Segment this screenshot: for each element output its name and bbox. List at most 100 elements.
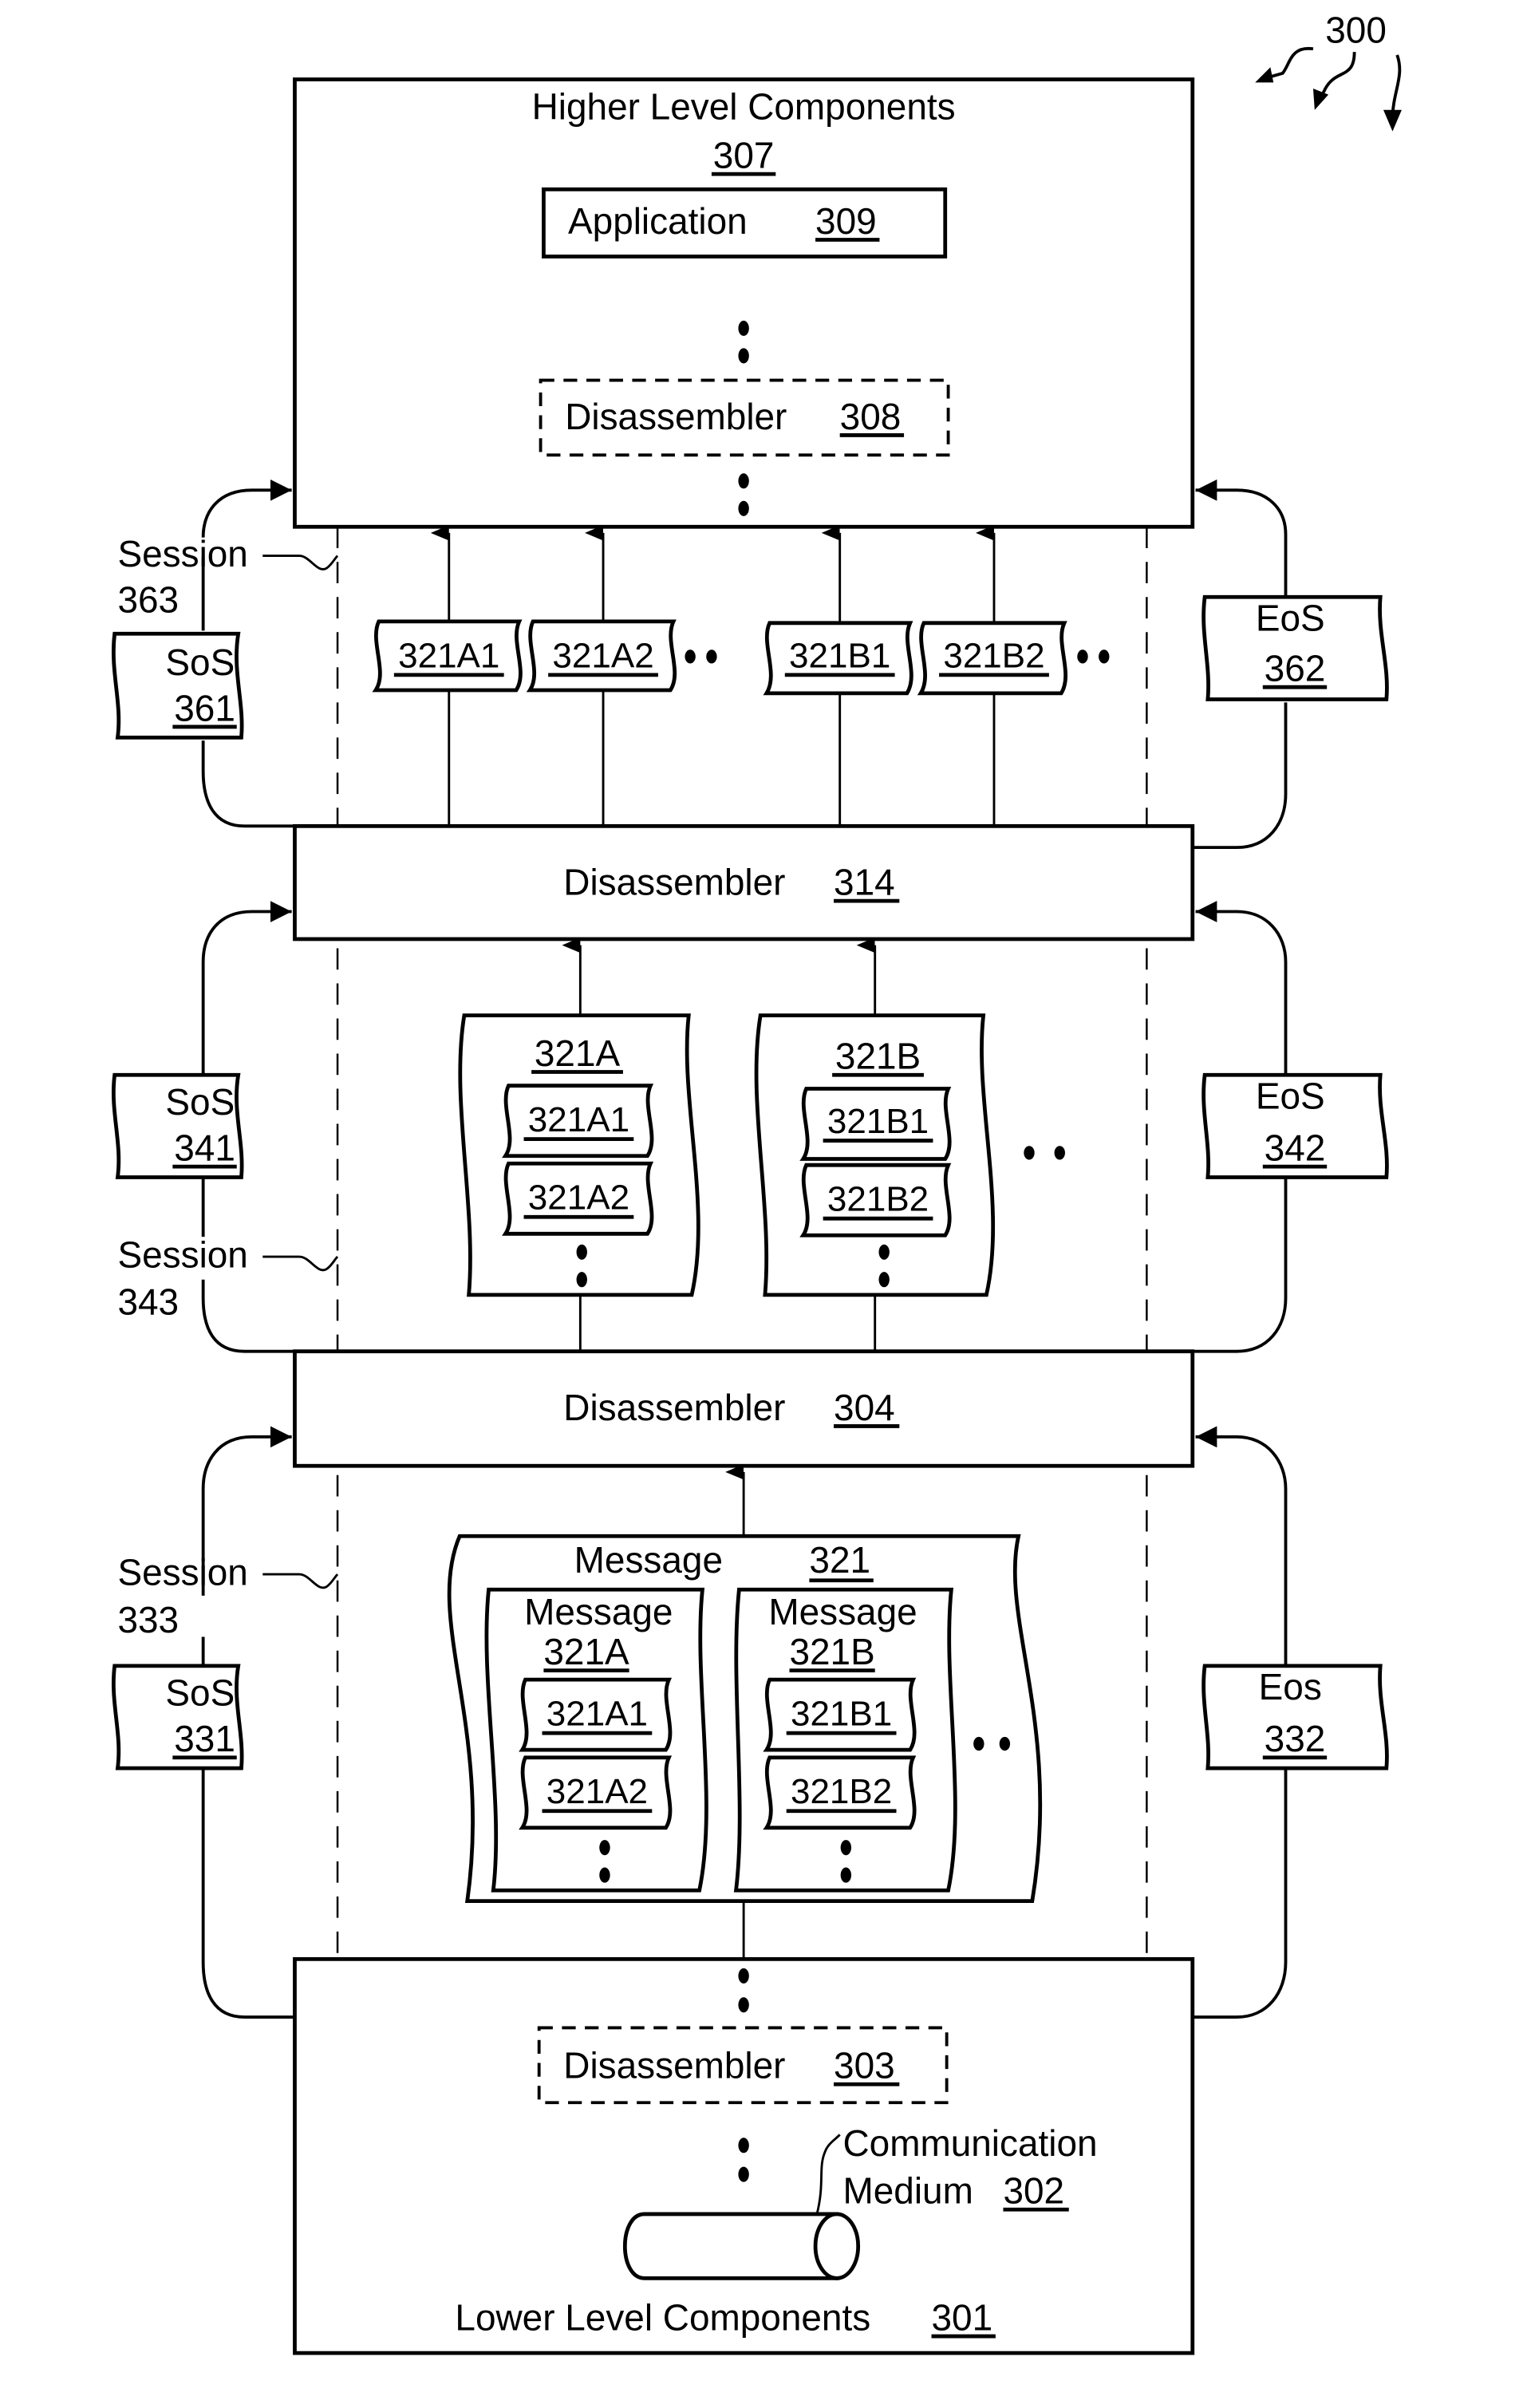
svg-text:Message: Message (768, 1591, 917, 1632)
message-321B-inner: Message 321B 321B1 321B2 (733, 1587, 957, 1893)
message-321-ref: 321 (809, 1539, 870, 1581)
session-343-curve-right-lower (1192, 1177, 1288, 1353)
svg-text:321B1: 321B1 (827, 1102, 929, 1141)
svg-text:Message: Message (524, 1591, 673, 1632)
medium-ref: 302 (1003, 2170, 1064, 2212)
message-321-label: Message (574, 1539, 723, 1581)
sos-331-ref: 331 (174, 1718, 235, 1759)
disassembler-308-label: Disassembler (565, 396, 787, 437)
session-363-leader (262, 555, 339, 570)
ellipsis-dot (738, 500, 749, 516)
ellipsis-dot (599, 1840, 610, 1856)
ellipsis-dot (999, 1736, 1011, 1751)
session-343-curve-right-upper (1195, 901, 1288, 1074)
ellipsis-dot (685, 649, 696, 664)
disassembler-304-ref: 304 (834, 1387, 895, 1428)
session-333-leader (262, 1573, 339, 1589)
session-343-label: Session (117, 1234, 247, 1275)
disassembler-308-ref: 308 (840, 396, 902, 437)
message-321A: 321A 321A1 321A2 (458, 1013, 700, 1297)
application-ref: 309 (815, 200, 877, 242)
svg-text:321B: 321B (789, 1631, 874, 1672)
svg-text:321A: 321A (543, 1631, 629, 1672)
ellipsis-dot (878, 1244, 890, 1260)
diagram-300: 300 Higher Level Components 307 Applicat… (111, 10, 1402, 2355)
session-333-curve-left-upper (201, 1437, 292, 1664)
medium-label-line2: Medium (843, 2170, 973, 2212)
ref-arrowhead-1 (1255, 67, 1274, 83)
session-363-ref: 363 (117, 578, 179, 620)
figure-ref: 300 (1255, 10, 1402, 132)
session-343-ref: 343 (117, 1281, 179, 1323)
disassembler-304: Disassembler 304 (293, 1349, 1195, 1468)
higher-title: Higher Level Components (532, 85, 956, 127)
eos-362-ref: 362 (1265, 648, 1326, 689)
svg-text:321B2: 321B2 (791, 1772, 892, 1811)
ellipsis-dot (738, 1968, 749, 1984)
fragment-321B2: 321B2 (799, 1163, 952, 1238)
application-309: Application 309 (542, 187, 948, 259)
ellipsis-dot (1077, 649, 1088, 664)
top-fragments: 321A1 321A2 321B1 321B2 (372, 525, 1110, 827)
svg-text:321A2: 321A2 (546, 1772, 648, 1811)
eos-342-ref: 342 (1265, 1127, 1326, 1168)
eos-362: EoS 362 (1201, 594, 1389, 701)
session-333-label: Session (117, 1551, 247, 1593)
disassembler-303-ref: 303 (834, 2045, 895, 2086)
sos-341-ref: 341 (174, 1127, 235, 1168)
session-333-curve-right-lower (1192, 1770, 1288, 2019)
ref-arrowhead-2 (1312, 88, 1329, 110)
eos-332: Eos 332 (1201, 1664, 1389, 1770)
message-321A-ref: 321A (535, 1032, 621, 1074)
svg-text:321B2: 321B2 (943, 636, 1044, 675)
eos-332-ref: 332 (1265, 1718, 1326, 1759)
session-363-curve-left-lower (201, 740, 295, 828)
sos-341-label: SoS (165, 1081, 235, 1123)
higher-level-components: Higher Level Components 307 Application … (293, 77, 1195, 529)
disassembler-304-label: Disassembler (563, 1387, 785, 1428)
medium-label-line1: Communication (843, 2122, 1098, 2164)
svg-text:321B1: 321B1 (789, 636, 890, 675)
disassembler-303-label: Disassembler (563, 2045, 785, 2086)
ellipsis-dot (878, 1272, 890, 1288)
higher-ref: 307 (713, 135, 775, 176)
session-333-ref: 333 (117, 1599, 179, 1640)
ellipsis-dot (738, 320, 749, 337)
session-363-label: Session (117, 533, 247, 574)
ellipsis-dot (576, 1272, 587, 1288)
lower-ref: 301 (932, 2296, 993, 2338)
message-321A-inner: Message 321A 321A1 321A2 (484, 1587, 708, 1893)
ellipsis-dot (973, 1736, 984, 1751)
disassembler-314-label: Disassembler (563, 861, 785, 902)
session-333-curve-left-lower (201, 1770, 295, 2019)
eos-342-label: EoS (1256, 1075, 1325, 1116)
ref-arrow-3 (1391, 54, 1402, 120)
figure-ref-label: 300 (1325, 10, 1387, 51)
ref-arrowhead-3 (1383, 109, 1402, 132)
eos-342: EoS 342 (1201, 1072, 1389, 1179)
message-321: Message 321 Message 321A 321A1 321A2 Mes… (447, 1534, 1043, 1904)
fragment-321A1: 321A1 (519, 1677, 673, 1752)
sos-331: SoS 331 (111, 1664, 244, 1770)
ellipsis-dot (738, 1997, 749, 2013)
sos-361: SoS 361 (111, 631, 244, 740)
eos-332-label: Eos (1259, 1666, 1322, 1707)
lower-title: Lower Level Components (455, 2296, 870, 2338)
fragment-321B1: 321B1 (763, 1677, 917, 1752)
fragment-321B2: 321B2 (763, 1755, 917, 1830)
fragment-321A2: 321A2 (526, 619, 677, 693)
session-363-curve-right-lower (1192, 702, 1288, 850)
ellipsis-dot (706, 649, 717, 664)
ellipsis-dot (1024, 1146, 1035, 1160)
svg-text:321B1: 321B1 (791, 1695, 892, 1734)
fragment-321A1: 321A1 (372, 619, 523, 693)
fragment-321B2: 321B2 (917, 621, 1068, 696)
session-343-leader (262, 1255, 339, 1272)
svg-text:321B2: 321B2 (827, 1180, 929, 1219)
sos-341: SoS 341 (111, 1072, 244, 1179)
fragment-321B1: 321B1 (799, 1087, 952, 1161)
ellipsis-dot (1054, 1146, 1065, 1160)
svg-text:321A1: 321A1 (528, 1100, 629, 1139)
fragment-321A1: 321A1 (502, 1084, 654, 1159)
ellipsis-dot (738, 2166, 749, 2182)
